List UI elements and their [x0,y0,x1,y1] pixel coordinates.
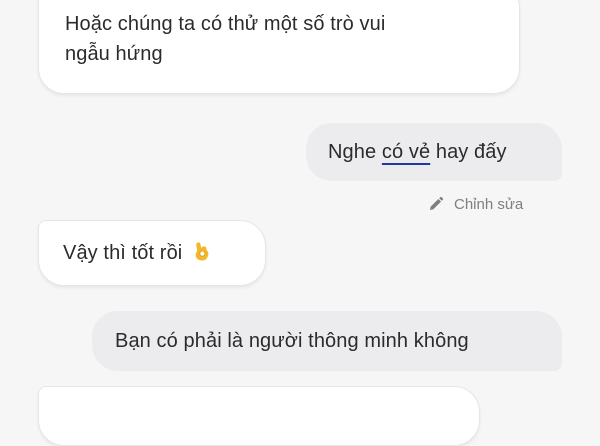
underlined-suggestion-text[interactable]: có vẻ [382,141,430,163]
incoming-message-bubble[interactable]: Vậy thì tốt rồi [38,220,266,286]
outgoing-message-bubble[interactable]: Nghe có vẻ hay đấy [306,123,562,181]
message-text: Bạn có phải là người thông minh không [115,330,469,352]
ok-hand-emoji-icon [191,240,213,262]
message-text: Vậy thì tốt rồi [63,242,183,264]
incoming-message-bubble-partial[interactable] [38,386,480,446]
edit-button[interactable]: Chỉnh sửa [428,193,523,215]
edit-label: Chỉnh sửa [454,195,524,213]
pencil-icon [428,196,444,212]
incoming-message-bubble[interactable]: Hoặc chúng ta có thử một số trò vui ngẫu… [38,0,520,94]
message-text: Nghe [328,141,382,163]
message-text-line: Hoặc chúng ta có thử một số trò vui [65,13,386,35]
message-text: hay đấy [430,141,507,163]
chat-conversation: Hoặc chúng ta có thử một số trò vui ngẫu… [0,0,600,446]
message-text-line: ngẫu hứng [65,43,163,65]
outgoing-message-bubble[interactable]: Bạn có phải là người thông minh không [92,311,562,371]
